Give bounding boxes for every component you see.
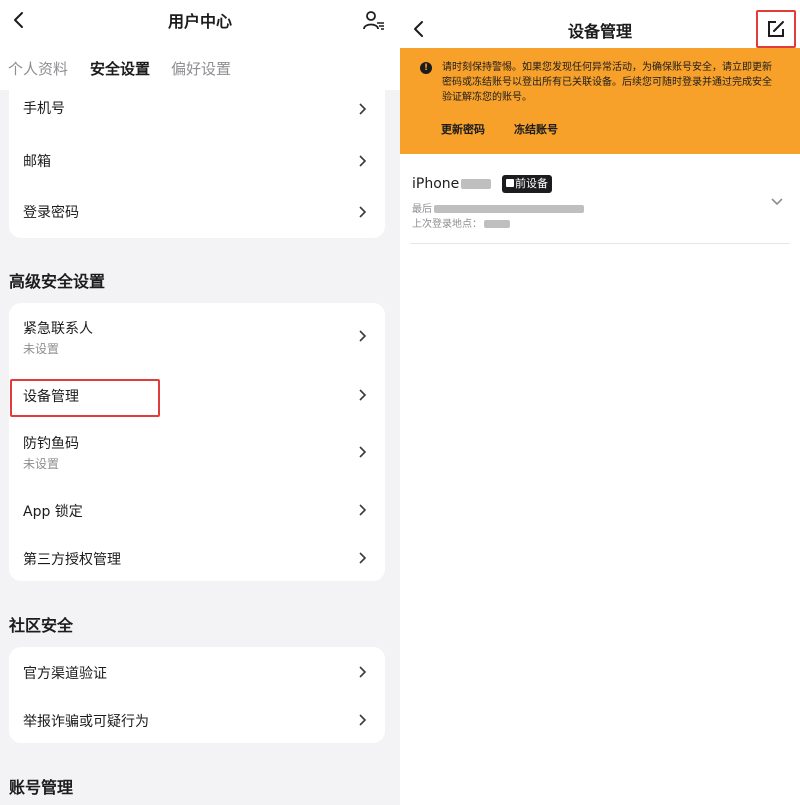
list-item-app-lock[interactable]: App 锁定 [9, 487, 385, 531]
chevron-right-icon [359, 714, 367, 726]
last-active-line: 最后 [412, 200, 584, 215]
login-password-label: 登录密码 [23, 205, 79, 221]
last-active-label: 最后 [412, 204, 432, 215]
emergency-contact-label: 紧急联系人 [23, 321, 93, 337]
chevron-right-icon [359, 666, 367, 678]
device-management-panel: 设备管理 ! 请时刻保持警惕。如果您发现任何异常活动，为确保账号安全，请立即更新… [400, 0, 800, 805]
chevron-right-icon [359, 103, 367, 115]
last-location-line: 上次登录地点： [412, 215, 510, 230]
tab-security[interactable]: 安全设置 [90, 58, 150, 79]
user-center-panel: 用户中心 个人资料 安全设置 偏好设置 手机号 邮箱 登录密码 高级安全设置 紧… [0, 0, 400, 805]
warning-icon: ! [420, 62, 432, 74]
list-item-third-party-auth[interactable]: 第三方授权管理 [9, 535, 385, 579]
freeze-account-link[interactable]: 冻结账号 [514, 121, 558, 137]
chevron-right-icon [359, 155, 367, 167]
tab-profile[interactable]: 个人资料 [8, 58, 68, 79]
last-location-label: 上次登录地点： [412, 219, 482, 230]
account-management-title: 账号管理 [9, 778, 74, 797]
list-item-emergency-contact[interactable]: 紧急联系人 未设置 [9, 311, 385, 367]
redacted-block [461, 179, 492, 189]
update-password-link[interactable]: 更新密码 [441, 121, 485, 137]
device-name-text: iPhone [412, 176, 460, 192]
official-verification-label: 官方渠道验证 [23, 666, 107, 682]
community-security-title: 社区安全 [9, 616, 74, 635]
basic-security-card: 手机号 邮箱 登录密码 [9, 80, 385, 238]
phone-label: 手机号 [23, 101, 65, 117]
chevron-right-icon [359, 504, 367, 516]
user-switch-icon[interactable] [362, 8, 386, 32]
security-warning-banner: ! 请时刻保持警惕。如果您发现任何异常活动，为确保账号安全，请立即更新密码或冻结… [400, 48, 800, 154]
edit-icon [768, 21, 784, 37]
list-item-official-verification[interactable]: 官方渠道验证 [9, 649, 385, 695]
device-list-item[interactable]: iPhone 前设备 最后 上次登录地点： [410, 170, 790, 244]
list-item-email[interactable]: 邮箱 [9, 140, 385, 190]
edit-button[interactable] [756, 10, 796, 48]
top-bar: 用户中心 [0, 0, 400, 40]
chevron-right-icon [359, 206, 367, 218]
app-lock-label: App 锁定 [23, 504, 83, 520]
redacted-block [434, 205, 584, 213]
anti-phishing-label: 防钓鱼码 [23, 436, 79, 452]
current-device-badge: 前设备 [502, 175, 552, 193]
advanced-security-title: 高级安全设置 [9, 272, 106, 291]
redacted-block [484, 220, 510, 228]
list-item-report-fraud[interactable]: 举报诈骗或可疑行为 [9, 697, 385, 743]
chevron-right-icon [359, 330, 367, 342]
emergency-contact-status: 未设置 [23, 342, 60, 356]
current-device-label: 前设备 [515, 177, 548, 190]
list-item-anti-phishing-code[interactable]: 防钓鱼码 未设置 [9, 427, 385, 483]
community-security-card: 官方渠道验证 举报诈骗或可疑行为 [9, 647, 385, 743]
chevron-right-icon [359, 389, 367, 401]
chevron-down-icon[interactable] [770, 196, 784, 206]
tab-preferences[interactable]: 偏好设置 [171, 58, 231, 79]
chevron-right-icon [359, 446, 367, 458]
list-item-login-password[interactable]: 登录密码 [9, 190, 385, 238]
device-name: iPhone [412, 176, 492, 192]
warning-text: 请时刻保持警惕。如果您发现任何异常活动，为确保账号安全，请立即更新密码或冻结账号… [442, 62, 772, 103]
chevron-right-icon [359, 552, 367, 564]
device-icon [506, 179, 514, 187]
advanced-security-card: 紧急联系人 未设置 设备管理 防钓鱼码 未设置 App 锁定 第三方授权管理 [9, 303, 385, 581]
page-title: 用户中心 [167, 12, 232, 31]
device-management-highlight [10, 379, 160, 417]
page-title: 设备管理 [567, 22, 632, 41]
list-item-phone[interactable]: 手机号 [9, 90, 385, 140]
report-fraud-label: 举报诈骗或可疑行为 [23, 714, 149, 730]
email-label: 邮箱 [23, 154, 51, 170]
anti-phishing-status: 未设置 [23, 457, 60, 471]
third-party-auth-label: 第三方授权管理 [23, 552, 121, 568]
